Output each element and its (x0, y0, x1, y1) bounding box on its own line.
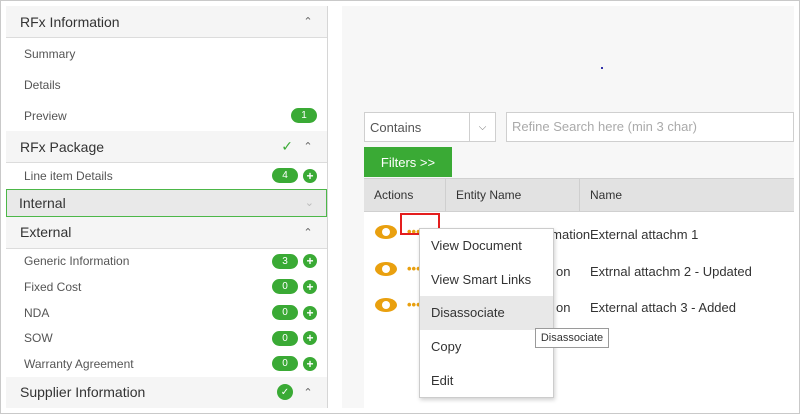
sidebar-item-label: Generic Information (24, 254, 130, 269)
entity-name-cell: on (556, 264, 571, 279)
sidebar-item-details[interactable]: Details (6, 69, 327, 100)
count-badge: 0 (272, 279, 298, 295)
count-badge: 0 (272, 330, 298, 346)
add-icon[interactable]: + (303, 168, 317, 183)
eye-icon[interactable] (375, 262, 397, 276)
section-rfx-package[interactable]: RFx Package ✓ ⌃ (6, 131, 327, 163)
loading-dot (601, 67, 603, 69)
sidebar-item-label: Fixed Cost (24, 279, 82, 294)
sidebar-item-label: NDA (24, 305, 50, 320)
sidebar-item-preview[interactable]: Preview 1 (6, 100, 327, 131)
add-icon[interactable]: + (303, 305, 317, 320)
sidebar: RFx Information ⌃ Summary Details Previe… (6, 6, 328, 408)
section-title: Internal (19, 194, 66, 211)
entity-name-cell: on (556, 300, 571, 315)
check-circle-icon: ✓ (277, 384, 293, 401)
count-badge: 4 (272, 168, 298, 184)
menu-item-disassociate[interactable]: Disassociate (420, 296, 553, 330)
sidebar-item-warranty-agreement[interactable]: Warranty Agreement 0 + (6, 351, 327, 377)
sidebar-item-label: Line item Details (24, 168, 113, 183)
count-badge: 0 (272, 356, 298, 372)
filters-button[interactable]: Filters >> (364, 147, 452, 177)
chevron-up-icon[interactable]: ⌃ (301, 15, 315, 28)
chevron-up-icon[interactable]: ⌃ (301, 140, 315, 153)
eye-icon[interactable] (375, 298, 397, 312)
section-title: RFx Information (20, 13, 120, 30)
chevron-down-icon[interactable]: ⌄ (305, 196, 314, 209)
sidebar-item-label: Preview (24, 108, 67, 123)
count-badge: 3 (272, 253, 298, 269)
name-cell: Extrnal attachm 2 - Updated (590, 264, 752, 279)
table-header: Actions Entity Name Name (364, 178, 794, 212)
context-menu: View Document View Smart Links Disassoci… (419, 228, 554, 398)
menu-item-view-smart-links[interactable]: View Smart Links (420, 263, 553, 297)
add-icon[interactable]: + (303, 331, 317, 346)
chevron-up-icon[interactable]: ⌃ (301, 226, 315, 239)
section-title: RFx Package (20, 138, 105, 155)
section-rfx-information[interactable]: RFx Information ⌃ (6, 6, 327, 38)
operator-select[interactable]: Contains ⌵ (364, 112, 496, 142)
add-icon[interactable]: + (303, 254, 317, 269)
count-badge: 0 (272, 305, 298, 321)
sidebar-item-generic-information[interactable]: Generic Information 3 + (6, 249, 327, 275)
sidebar-item-label: Details (24, 77, 61, 92)
section-supplier-information[interactable]: Supplier Information ✓ ⌃ (6, 376, 327, 408)
section-internal[interactable]: Internal ⌄ (6, 188, 327, 217)
sidebar-item-label: Summary (24, 46, 76, 61)
sidebar-item-line-item-details[interactable]: Line item Details 4 + (6, 163, 327, 189)
chevron-down-icon[interactable]: ⌵ (469, 113, 495, 141)
eye-icon[interactable] (375, 225, 397, 239)
sidebar-item-sow[interactable]: SOW 0 + (6, 325, 327, 351)
section-title: Supplier Information (20, 384, 146, 401)
checkmark-icon: ✓ (281, 138, 293, 154)
menu-item-copy[interactable]: Copy (420, 330, 553, 364)
tooltip: Disassociate (535, 328, 609, 348)
section-external[interactable]: External ⌃ (6, 216, 327, 249)
sidebar-item-nda[interactable]: NDA 0 + (6, 300, 327, 326)
column-header-entity-name[interactable]: Entity Name (446, 179, 580, 211)
column-header-name[interactable]: Name (580, 179, 794, 211)
chevron-up-icon[interactable]: ⌃ (301, 386, 315, 399)
section-title: External (20, 224, 72, 241)
count-badge: 1 (291, 108, 317, 123)
add-icon[interactable]: + (303, 356, 317, 371)
sidebar-item-label: Warranty Agreement (24, 356, 134, 371)
menu-item-edit[interactable]: Edit (420, 363, 553, 397)
sidebar-item-fixed-cost[interactable]: Fixed Cost 0 + (6, 274, 327, 300)
sidebar-item-label: SOW (24, 331, 53, 346)
name-cell: External attach 3 - Added (590, 300, 736, 315)
sidebar-item-summary[interactable]: Summary (6, 38, 327, 69)
menu-item-view-document[interactable]: View Document (420, 229, 553, 263)
column-header-actions[interactable]: Actions (364, 179, 446, 211)
add-icon[interactable]: + (303, 279, 317, 294)
name-cell: External attachm 1 (590, 227, 699, 242)
refine-search-input[interactable]: Refine Search here (min 3 char) (506, 112, 794, 142)
operator-value: Contains (370, 119, 422, 135)
